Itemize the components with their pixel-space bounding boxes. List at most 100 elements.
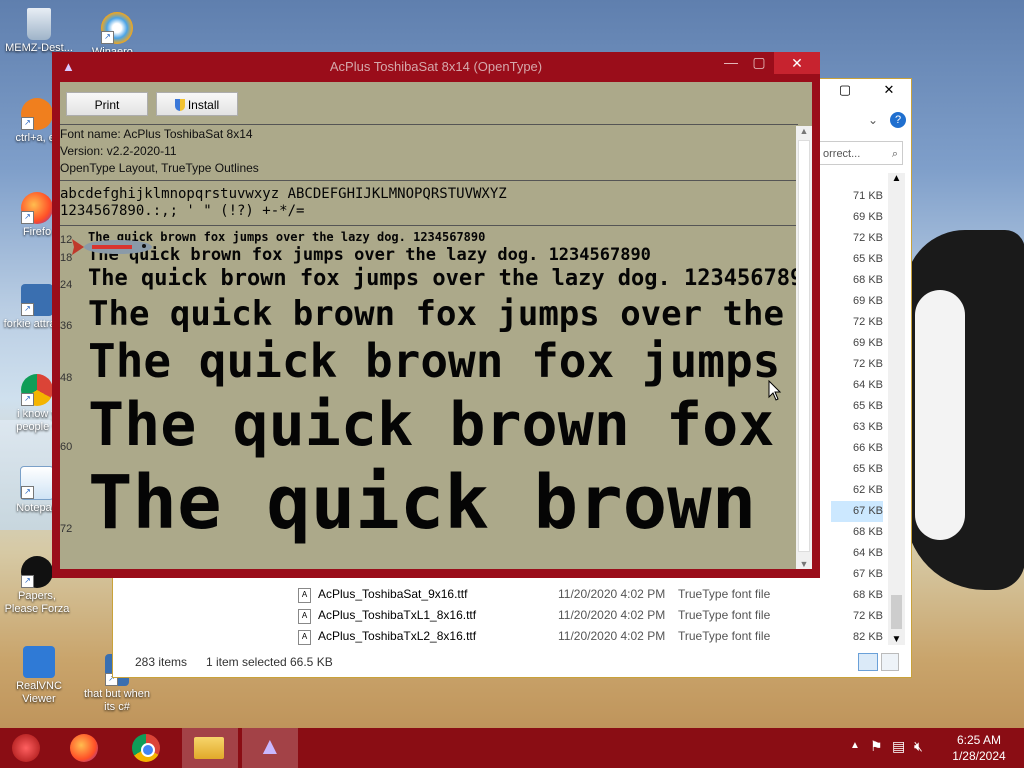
penguin-wallpaper-figure — [905, 230, 1024, 590]
taskbar-app-firefox[interactable] — [58, 728, 114, 768]
close-button[interactable]: ✕ — [774, 52, 820, 74]
print-button[interactable]: Print — [66, 92, 148, 116]
file-size-cell: 69 KB — [853, 337, 883, 349]
font-viewer-titlebar[interactable]: ▲ AcPlus ToshibaSat 8x14 (OpenType) — ▢ … — [52, 52, 820, 82]
file-size-column: 71 KB 69 KB 72 KB 65 KB 68 KB 69 KB 72 K… — [831, 186, 883, 648]
print-button-label: Print — [94, 98, 120, 112]
sample-size-label: 60 — [60, 441, 73, 453]
file-name: AcPlus_ToshibaTxL2_8x16.ttf — [318, 629, 477, 643]
firefox-icon: ↗ — [21, 192, 53, 224]
volume-muted-icon[interactable]: 🔇︎ — [914, 738, 923, 755]
chrome-icon: ↗ — [21, 374, 53, 406]
maximize-button[interactable]: ▢ — [823, 79, 867, 101]
network-icon[interactable]: ▤ — [892, 738, 905, 755]
desktop-icon-realvnc[interactable]: RealVNC Viewer — [2, 646, 76, 706]
file-size-cell: 65 KB — [853, 400, 883, 412]
recycle-bin-icon — [27, 8, 51, 40]
taskbar-clock[interactable]: 6:25 AM 1/28/2024 — [944, 732, 1014, 764]
ttf-file-icon: A — [298, 630, 311, 645]
font-metadata: Font name: AcPlus ToshibaSat 8x14 Versio… — [60, 126, 800, 177]
sample-line-60: The quick brown fox jumps over the lazy … — [88, 390, 812, 460]
file-row[interactable]: A AcPlus_ToshibaSat_9x16.ttf 11/20/2020 … — [298, 584, 868, 605]
file-size-cell: 65 KB — [853, 253, 883, 265]
file-size-cell: 69 KB — [853, 211, 883, 223]
sample-size-label: 48 — [60, 372, 73, 384]
desktop-icon-label: RealVNC Viewer — [16, 680, 62, 705]
desktop-icon-label: Papers, Please Forza — [4, 590, 70, 615]
close-button[interactable]: ✕ — [867, 79, 911, 101]
taskbar: ▲ ▲ ⚑ ▤ 🔇︎ 6:25 AM 1/28/2024 — [0, 728, 1024, 768]
details-view-icon[interactable] — [858, 653, 878, 671]
taskbar-app-font-viewer[interactable]: ▲ — [242, 728, 298, 768]
file-size-cell: 62 KB — [853, 484, 883, 496]
search-icon: ⌕ — [891, 148, 898, 160]
font-preview-area: Print Install Font name: AcPlus ToshibaS… — [60, 82, 812, 569]
large-icons-view-icon[interactable] — [881, 653, 899, 671]
file-name: AcPlus_ToshibaSat_9x16.ttf — [318, 587, 468, 601]
address-bar[interactable]: ⌄ ? — [818, 109, 910, 133]
file-size-cell: 67 KB — [853, 568, 883, 580]
search-placeholder: orrect... — [823, 148, 861, 160]
divider — [60, 225, 798, 226]
scroll-up-arrow-icon[interactable]: ▲ — [796, 126, 812, 136]
file-size-cell: 63 KB — [853, 421, 883, 433]
sample-line-18: The quick brown fox jumps over the lazy … — [88, 245, 651, 265]
selection-count: 1 item selected — [206, 655, 287, 669]
file-size-cell: 69 KB — [853, 295, 883, 307]
preview-scrollbar[interactable]: ▲ ▼ — [796, 126, 812, 569]
taskbar-app-memz[interactable] — [0, 728, 56, 768]
ttf-file-icon: A — [298, 588, 311, 603]
file-date: 11/20/2020 4:02 PM — [558, 587, 666, 601]
install-button[interactable]: Install — [156, 92, 238, 116]
sample-line-72: The quick brown fox jumps over the lazy … — [88, 460, 812, 546]
file-size-cell: 71 KB — [853, 190, 883, 202]
mouse-cursor-icon — [768, 380, 782, 401]
file-size-cell: 68 KB — [853, 274, 883, 286]
selection-size: 66.5 KB — [290, 655, 333, 669]
realvnc-icon — [23, 646, 55, 678]
file-size-cell: 68 KB — [853, 526, 883, 538]
shield-icon — [174, 99, 185, 111]
sample-size-label: 36 — [60, 320, 73, 332]
explorer-status-bar: 283 items 1 item selected 66.5 KB — [113, 649, 911, 675]
scroll-down-arrow-icon[interactable]: ▼ — [888, 634, 905, 645]
window-title: AcPlus ToshibaSat 8x14 (OpenType) — [329, 59, 543, 74]
shortcut-icon: ↗ — [21, 98, 53, 130]
sample-size-label: 24 — [60, 279, 73, 291]
font-version-text: Version: v2.2-2020-11 — [60, 144, 177, 158]
font-viewer-icon: ▲ — [258, 733, 282, 760]
help-icon[interactable]: ? — [890, 112, 906, 128]
install-button-label: Install — [187, 98, 220, 112]
memz-icon — [12, 734, 40, 762]
taskbar-app-file-explorer[interactable] — [182, 728, 238, 768]
scroll-up-arrow-icon[interactable]: ▲ — [888, 173, 905, 184]
explorer-scrollbar[interactable]: ▲ ▼ — [888, 173, 905, 645]
minimize-button[interactable]: — — [716, 52, 746, 74]
divider — [60, 180, 798, 181]
scroll-down-arrow-icon[interactable]: ▼ — [796, 559, 812, 569]
file-row[interactable]: A AcPlus_ToshibaTxL2_8x16.ttf 11/20/2020… — [298, 626, 868, 647]
desktop-icon-memz[interactable]: MEMZ-Dest... — [2, 8, 76, 55]
taskbar-app-chrome[interactable] — [120, 728, 176, 768]
font-name-text: Font name: AcPlus ToshibaSat 8x14 — [60, 127, 253, 141]
file-size-cell: 66 KB — [853, 442, 883, 454]
sample-line-24: The quick brown fox jumps over the lazy … — [88, 266, 812, 291]
ttf-file-icon: A — [298, 609, 311, 624]
file-name: AcPlus_ToshibaTxL1_8x16.ttf — [318, 608, 477, 622]
file-size-cell: 64 KB — [853, 547, 883, 559]
charset-letters: abcdefghijklmnopqrstuvwxyz ABCDEFGHIJKLM… — [60, 186, 507, 202]
file-row[interactable]: A AcPlus_ToshibaTxL1_8x16.ttf 11/20/2020… — [298, 605, 868, 626]
scrollbar-thumb[interactable] — [891, 595, 902, 629]
file-size-cell: 72 KB — [853, 358, 883, 370]
folder-icon — [194, 737, 224, 759]
chevron-down-icon[interactable]: ⌄ — [868, 113, 878, 127]
scrollbar-thumb[interactable] — [798, 140, 810, 552]
action-center-flag-icon[interactable]: ⚑ — [870, 738, 883, 755]
file-type: TrueType font file — [678, 587, 771, 601]
search-input[interactable]: orrect... ⌕ — [818, 141, 903, 165]
file-type: TrueType font file — [678, 629, 771, 643]
show-hidden-icons-icon[interactable]: ▲ — [850, 740, 860, 751]
maximize-button[interactable]: ▢ — [744, 52, 774, 74]
papers-please-icon: ↗ — [21, 556, 53, 588]
font-viewer-window[interactable]: ▲ AcPlus ToshibaSat 8x14 (OpenType) — ▢ … — [52, 52, 820, 578]
